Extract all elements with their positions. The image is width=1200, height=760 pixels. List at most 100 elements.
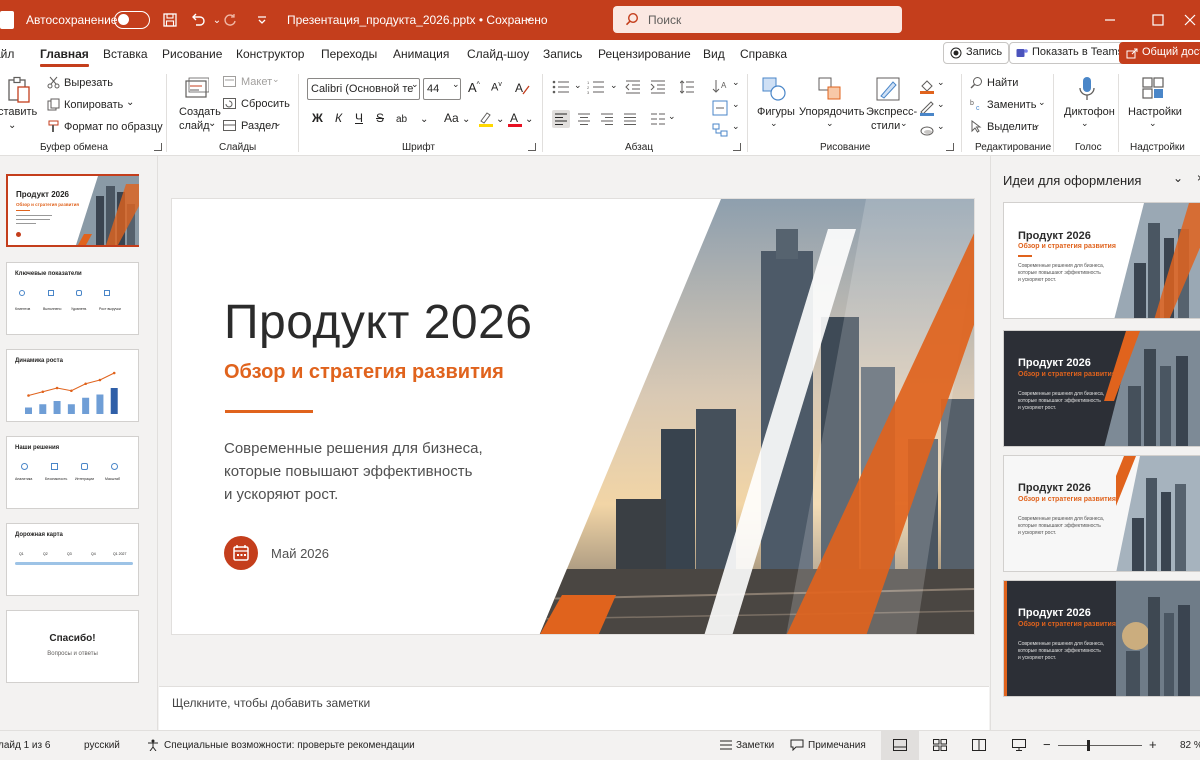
highlight-dropdown-icon[interactable]: ⌄ [496,114,504,125]
designer-collapse-icon[interactable]: ⌄ [1173,171,1183,185]
align-text-icon[interactable] [712,100,728,116]
redo-icon[interactable] [220,10,240,30]
tab-review[interactable]: Рецензирование [598,47,691,61]
select-dropdown-icon[interactable]: ⌄ [1033,119,1041,130]
tab-view[interactable]: Вид [703,47,725,61]
design-idea-2[interactable]: Продукт 2026 Обзор и стратегия развития … [1003,330,1200,447]
document-title[interactable]: Презентация_продукта_2026.pptx • Сохране… [287,13,548,27]
italic-button[interactable]: К [335,111,342,125]
slide-title[interactable]: Продукт 2026 [224,295,532,350]
design-idea-1[interactable]: Продукт 2026 Обзор и стратегия развития … [1003,202,1200,319]
smartart-dropdown-icon[interactable]: ⌄ [732,121,740,132]
notes-pane[interactable]: Щелкните, чтобы добавить заметки [159,686,989,730]
tab-insert[interactable]: Вставка [103,47,148,61]
new-slide-icon[interactable] [183,76,209,100]
design-idea-4[interactable]: Продукт 2026 Обзор и стратегия развития … [1003,580,1200,697]
shapes-label[interactable]: Фигуры [757,106,795,118]
decrease-font-icon[interactable]: Av [491,81,502,94]
paste-label[interactable]: ставить [0,106,37,118]
replace-dropdown-icon[interactable]: ⌄ [1038,97,1046,108]
design-idea-3[interactable]: Продукт 2026 Обзор и стратегия развития … [1003,455,1200,572]
bold-button[interactable]: Ж [312,111,323,125]
character-spacing-button[interactable]: ab [396,114,407,125]
share-button[interactable]: Общий доступ [1119,42,1200,64]
align-left-icon[interactable] [552,110,570,128]
paste-icon[interactable] [5,76,31,104]
minimize-icon[interactable] [1100,10,1120,30]
paste-dropdown-icon[interactable]: ⌄ [8,120,16,131]
font-launcher-icon[interactable] [528,143,536,151]
tab-home[interactable]: Главная [40,47,89,67]
tab-draw[interactable]: Рисование [162,47,222,61]
slide-thumbnail-3[interactable]: Динамика роста [6,349,139,422]
addins-dropdown-icon[interactable]: ⌄ [1149,118,1157,129]
font-name-dropdown-icon[interactable]: ⌄ [411,79,419,90]
highlight-icon[interactable] [478,110,494,128]
drawing-launcher-icon[interactable] [946,143,954,151]
text-direction-icon[interactable]: A [712,78,728,94]
accessibility-status[interactable]: Специальные возможности: проверьте реком… [164,740,415,751]
zoom-slider-track[interactable] [1058,745,1142,746]
copy-dropdown-icon[interactable]: ⌄ [126,97,134,108]
slide-thumbnail-2[interactable]: Ключевые показатели Клиентов Выполнено У… [6,262,139,335]
normal-view-button[interactable] [881,731,919,760]
language-status[interactable]: русский [84,740,120,751]
numbering-icon[interactable]: 123 [587,80,605,94]
paragraph-launcher-icon[interactable] [733,143,741,151]
slide-description[interactable]: Современные решения для бизнеса, которые… [224,437,483,506]
tab-design[interactable]: Конструктор [236,47,304,61]
shape-outline-icon[interactable] [919,100,935,116]
case-dropdown-icon[interactable]: ⌄ [462,114,470,125]
comments-button[interactable]: Примечания [808,740,866,751]
close-icon[interactable] [1180,10,1200,30]
clear-formatting-icon[interactable]: A [515,80,531,96]
increase-indent-icon[interactable] [650,80,666,94]
font-size-dropdown-icon[interactable]: ⌄ [452,79,460,90]
shapes-icon[interactable] [761,76,787,102]
copy-button[interactable]: Копировать [64,99,123,111]
tab-file[interactable]: айл [0,47,14,61]
tab-slideshow[interactable]: Слайд-шоу [467,47,529,61]
shape-fill-dropdown-icon[interactable]: ⌄ [937,77,945,88]
dictate-label[interactable]: Диктофон [1064,106,1115,118]
decrease-indent-icon[interactable] [625,80,641,94]
title-dropdown-icon[interactable]: ⌄ [524,11,533,24]
line-spacing-icon[interactable] [680,80,694,94]
zoom-out-icon[interactable]: − [1043,737,1051,752]
slide-date[interactable]: Май 2026 [271,546,329,561]
shape-effects-dropdown-icon[interactable]: ⌄ [937,121,945,132]
tab-transitions[interactable]: Переходы [321,47,377,61]
dictate-dropdown-icon[interactable]: ⌄ [1081,118,1089,129]
text-direction-dropdown-icon[interactable]: ⌄ [732,77,740,88]
microphone-icon[interactable] [1078,76,1096,102]
slide-sorter-icon[interactable] [933,739,947,751]
slide-subtitle[interactable]: Обзор и стратегия развития [224,361,504,384]
shape-outline-dropdown-icon[interactable]: ⌄ [937,99,945,110]
slide-thumbnail-4[interactable]: Наши решения Аналитика Безопасность Инте… [6,436,139,509]
addins-label[interactable]: Настройки [1128,106,1182,118]
save-icon[interactable] [160,10,180,30]
maximize-icon[interactable] [1148,10,1168,30]
slideshow-icon[interactable] [1012,739,1026,751]
undo-icon[interactable] [188,10,208,30]
addins-icon[interactable] [1141,76,1165,100]
clipboard-launcher-icon[interactable] [154,143,162,151]
align-right-icon[interactable] [598,110,616,128]
format-painter-button[interactable]: Формат по образцу [64,121,163,133]
slide-thumbnail-1[interactable]: Продукт 2026 Обзор и стратегия развития [6,174,139,247]
reading-view-icon[interactable] [972,739,986,751]
font-color-icon[interactable]: A [507,110,523,128]
new-slide-label-1[interactable]: Создать [179,106,221,118]
reset-button[interactable]: Сбросить [241,98,290,110]
customize-toolbar-icon[interactable] [252,10,272,30]
numbering-dropdown-icon[interactable]: ⌄ [610,80,618,91]
record-button[interactable]: Запись [943,42,1010,64]
font-name-select[interactable]: Calibri (Основной те [307,78,420,100]
section-dropdown-icon[interactable]: ⌄ [274,118,282,129]
zoom-in-icon[interactable]: + [1149,737,1157,752]
new-slide-label-2[interactable]: слайд [179,120,210,132]
shapes-dropdown-icon[interactable]: ⌄ [770,118,778,129]
strikethrough-button[interactable]: S [376,111,384,125]
autosave-toggle[interactable] [114,11,150,29]
smartart-icon[interactable] [712,122,728,138]
